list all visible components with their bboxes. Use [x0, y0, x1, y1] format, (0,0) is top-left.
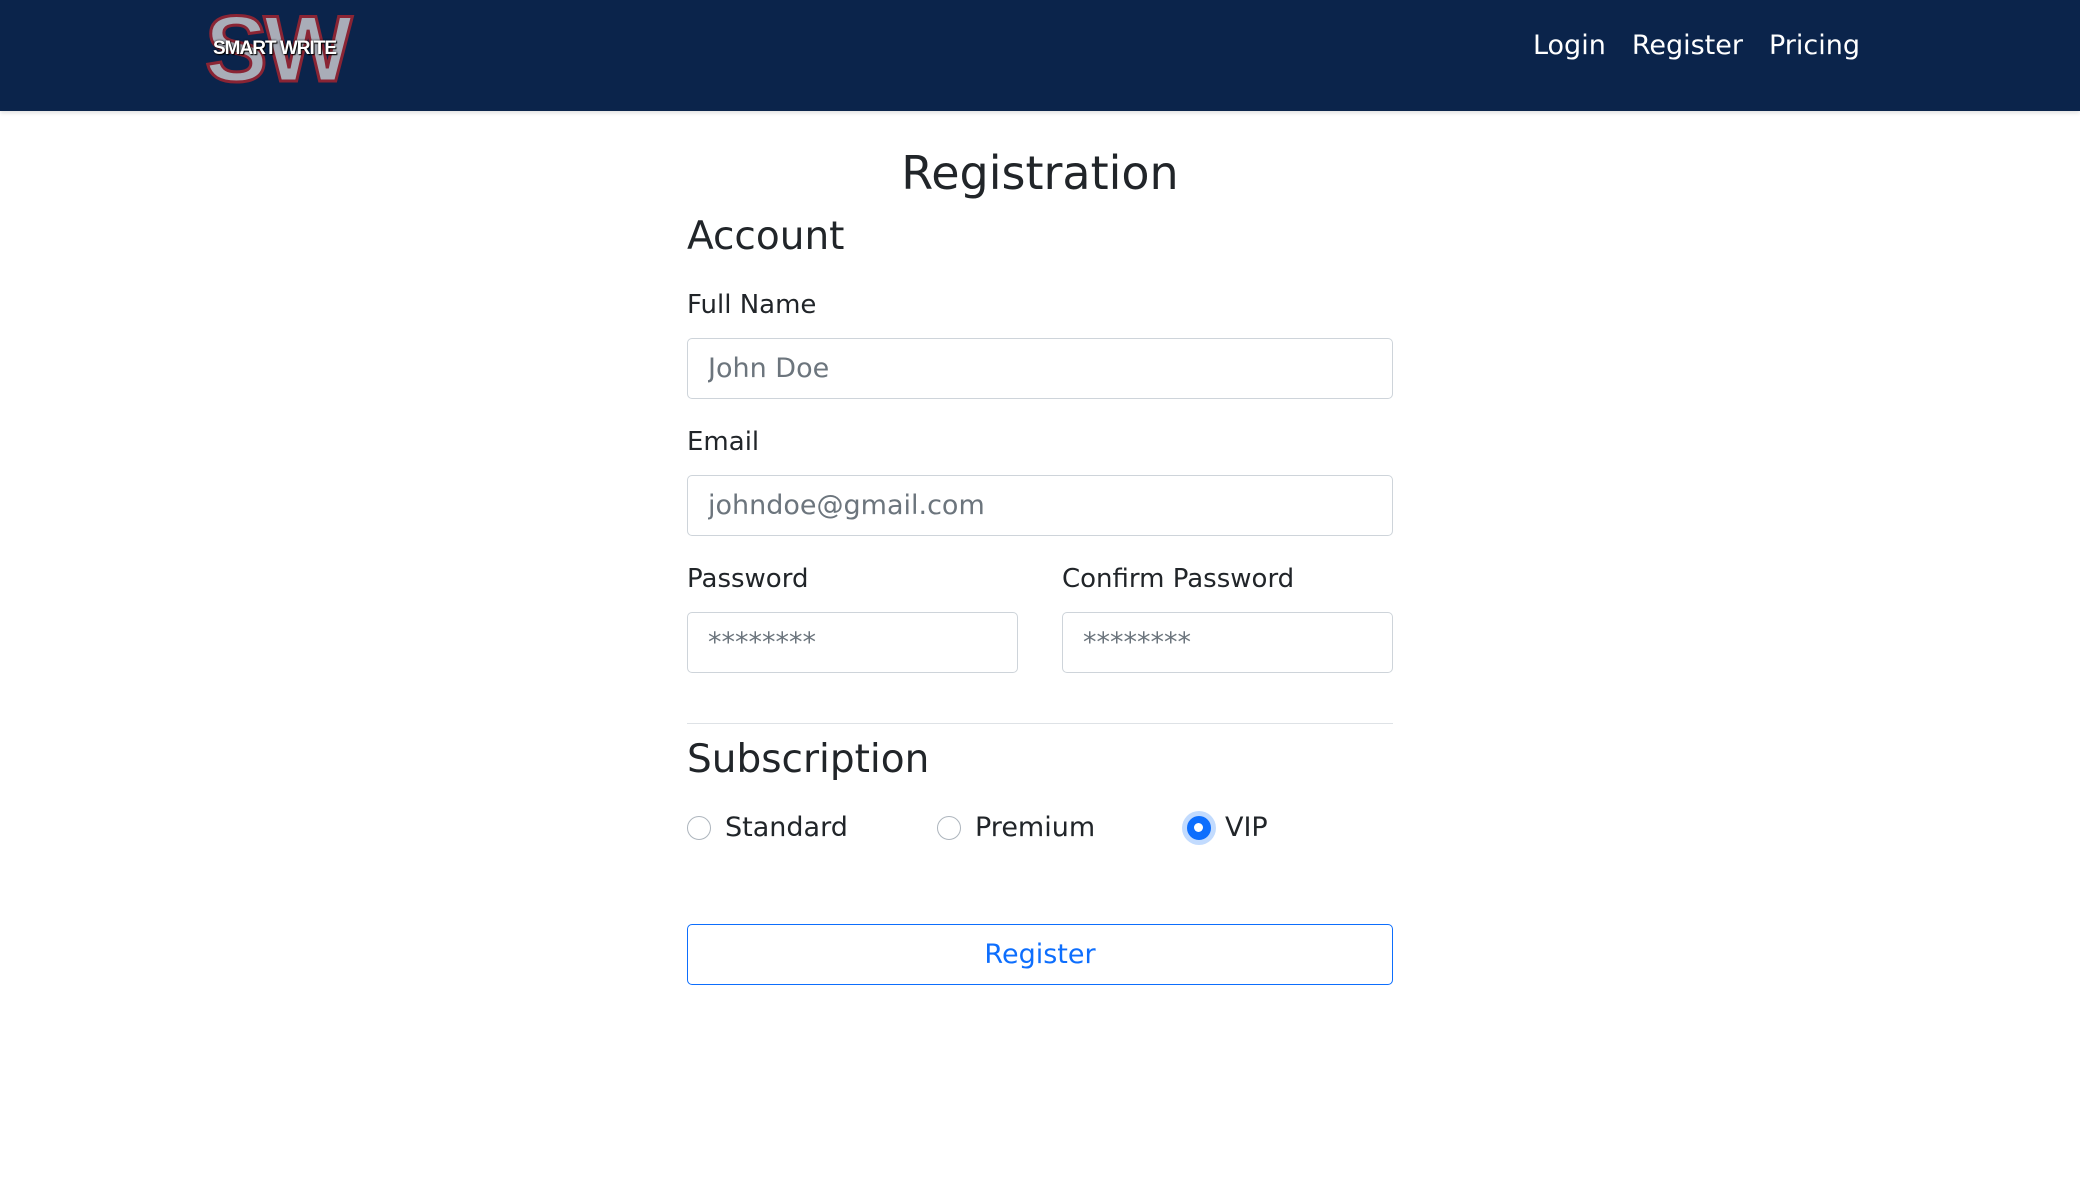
confirm-password-label: Confirm Password: [1062, 564, 1295, 594]
password-input[interactable]: [687, 612, 1018, 673]
full-name-input[interactable]: [687, 338, 1393, 399]
email-label: Email: [687, 427, 760, 457]
nav-links: Login Register Pricing: [1533, 30, 1860, 61]
confirm-password-input[interactable]: [1062, 612, 1393, 673]
email-input[interactable]: [687, 475, 1393, 536]
register-button[interactable]: Register: [687, 924, 1393, 985]
page-title: Registration: [901, 146, 1179, 200]
radio-option-premium[interactable]: Premium: [937, 812, 1095, 843]
full-name-label: Full Name: [687, 290, 817, 320]
nav-link-register[interactable]: Register: [1632, 30, 1743, 61]
nav-link-login[interactable]: Login: [1533, 30, 1606, 61]
radio-option-standard[interactable]: Standard: [687, 812, 848, 843]
nav-link-pricing[interactable]: Pricing: [1769, 30, 1860, 61]
subscription-heading: Subscription: [687, 737, 930, 782]
radio-label-vip: VIP: [1225, 812, 1268, 843]
radio-label-premium: Premium: [975, 812, 1096, 843]
section-divider: [687, 723, 1393, 724]
brand-logo[interactable]: SW SMART WRITE: [203, 0, 353, 97]
radio-standard[interactable]: [687, 815, 711, 840]
account-heading: Account: [687, 214, 845, 259]
radio-vip[interactable]: [1187, 815, 1211, 840]
radio-premium[interactable]: [937, 815, 961, 840]
radio-option-vip[interactable]: VIP: [1187, 812, 1268, 843]
password-label: Password: [687, 564, 809, 594]
radio-label-standard: Standard: [725, 812, 848, 843]
navbar: SW SMART WRITE Login Register Pricing: [0, 0, 2080, 111]
logo-wordmark: SMART WRITE: [213, 38, 337, 59]
